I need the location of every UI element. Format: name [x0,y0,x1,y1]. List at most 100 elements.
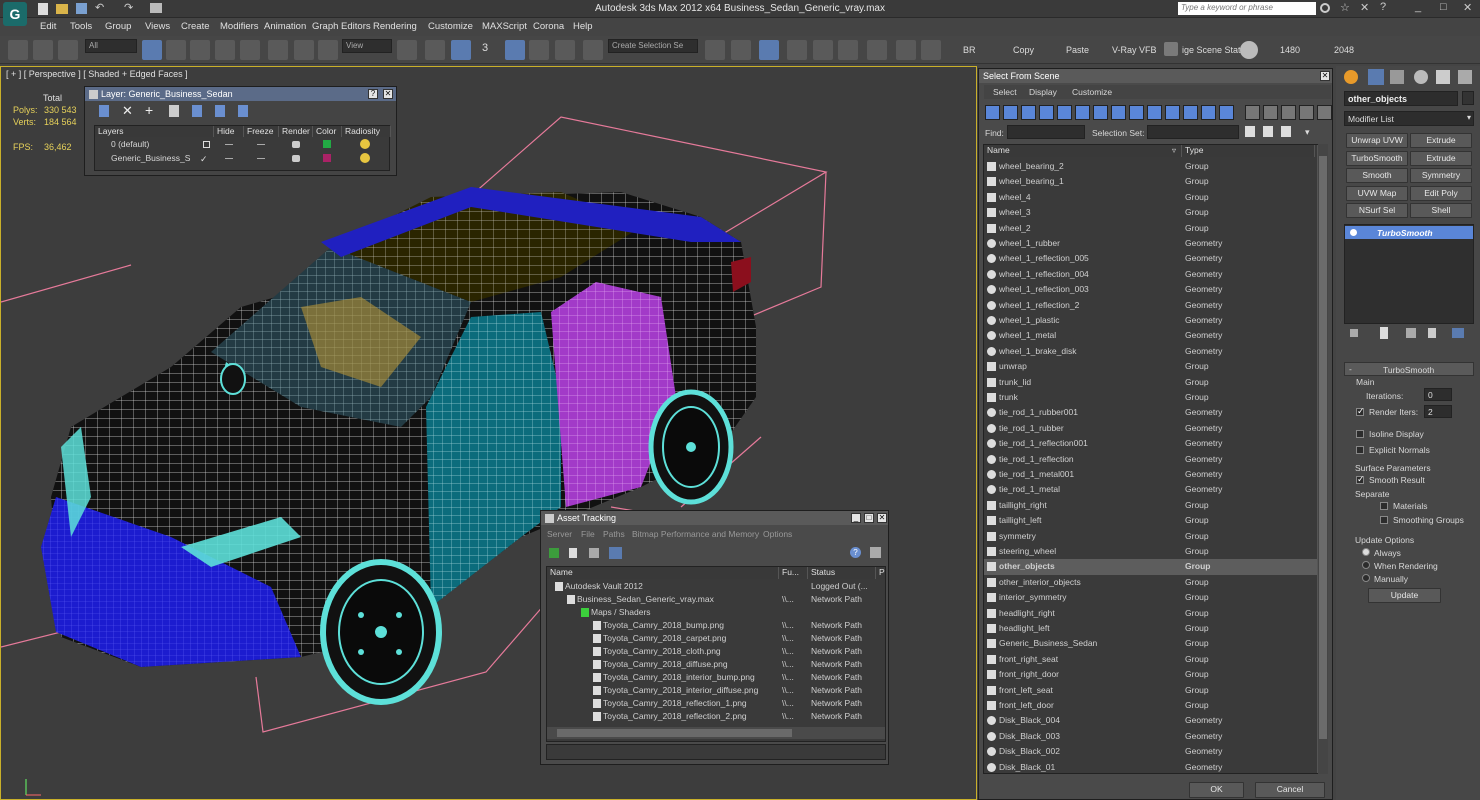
asset-menu-paths[interactable]: Paths [603,529,625,539]
selection-filter-dropdown[interactable]: All [85,39,137,53]
scene-object-row[interactable]: wheel_3 Group [984,205,1317,220]
render-teapot-icon[interactable] [921,40,941,60]
col-layers[interactable]: Layers [95,126,214,137]
scene-object-row[interactable]: Disk_Black_01 Geometry [984,760,1317,773]
asset-row[interactable]: Maps / Shaders [547,606,885,619]
xrefs-filter-icon[interactable] [1111,105,1126,120]
skull-icon[interactable] [1240,41,1258,59]
binoculars-icon[interactable] [1320,3,1330,13]
iterations-spinner[interactable]: 0 [1424,388,1452,401]
search-field[interactable]: Type a keyword or phrase [1178,2,1316,15]
find-input[interactable] [1007,125,1085,139]
hide-all-layers-icon[interactable] [215,105,225,117]
scene-object-row[interactable]: tie_rod_1_metal Geometry [984,482,1317,497]
menu-rendering[interactable]: Rendering [373,21,417,32]
modifier-button[interactable]: TurboSmooth [1346,150,1408,166]
tools-icon[interactable]: ✕ [1360,1,1369,14]
toolbar-label-1480[interactable]: 1480 [1280,45,1300,55]
percent-snap-icon[interactable] [529,40,549,60]
stack-item-turbosmooth[interactable]: TurboSmooth [1345,226,1473,239]
layer-color-swatch[interactable] [323,140,331,148]
scene-object-row[interactable]: tie_rod_1_rubber Geometry [984,421,1317,436]
scene-object-row[interactable]: wheel_1_reflection_2 Geometry [984,298,1317,313]
layer-dialog-title[interactable]: Layer: Generic_Business_Sedan [85,87,396,101]
window-crossing-icon[interactable] [215,40,235,60]
lightbulb-icon[interactable] [1350,229,1357,236]
object-name-field[interactable]: other_objects [1344,91,1458,106]
asset-col-name[interactable]: Name [547,567,779,579]
edit-named-selection-icon[interactable] [583,40,603,60]
display-tab-icon[interactable] [1436,70,1450,84]
configure-sets-icon[interactable] [1452,328,1464,338]
asset-col-full[interactable]: Fu... [779,567,808,579]
asset-horizontal-scrollbar[interactable] [547,727,885,739]
asset-row[interactable]: Toyota_Camry_2018_cloth.png \\... Network … [547,645,885,658]
asset-row[interactable]: Toyota_Camry_2018_bump.png \\... Network P… [547,619,885,632]
scene-object-row[interactable]: wheel_2 Group [984,221,1317,236]
toolbar-label-copy[interactable]: Copy [1013,45,1034,55]
scene-object-row[interactable]: unwrap Group [984,359,1317,374]
scene-object-row[interactable]: front_right_seat Group [984,652,1317,667]
expand-icon-icon[interactable] [1281,105,1296,120]
col-radiosity[interactable]: Radiosity [342,126,391,137]
asset-row[interactable]: Toyota_Camry_2018_interior_diffuse.png \\… [547,684,885,697]
scene-object-row[interactable]: front_left_door Group [984,698,1317,713]
sfs-close-button[interactable]: ✕ [1320,71,1330,81]
align-icon[interactable] [731,40,751,60]
toolbar-label-scene-stats[interactable]: ige Scene Stat [1182,45,1241,55]
scene-object-row[interactable]: tie_rod_1_rubber001 Geometry [984,405,1317,420]
toolbar-label-br[interactable]: BR [963,45,976,55]
sfs-menu-customize[interactable]: Customize [1072,87,1112,97]
list-icon-icon[interactable] [1245,105,1260,120]
ok-button[interactable]: OK [1189,782,1244,798]
object-color-swatch[interactable] [1462,91,1474,105]
scene-object-row[interactable]: taillight_right Group [984,498,1317,513]
helpers-filter-icon[interactable] [1057,105,1072,120]
sfs-menu-display[interactable]: Display [1029,87,1057,97]
scene-object-row[interactable]: wheel_1_reflection_005 Geometry [984,251,1317,266]
star-icon[interactable]: ☆ [1340,1,1350,14]
render-teapot-icon[interactable] [292,155,300,162]
details-view-icon[interactable] [589,548,599,558]
render-iters-checkbox[interactable]: ✓ [1356,406,1365,416]
columns-icon-icon[interactable] [1263,105,1278,120]
reference-coordinate-dropdown[interactable]: View [342,39,392,53]
menu-corona[interactable]: Corona [533,21,564,32]
col-render[interactable]: Render [279,126,313,137]
render-iters-spinner[interactable]: 2 [1424,405,1452,418]
create-layer-icon[interactable] [99,105,109,117]
frozen-filter-icon[interactable] [1165,105,1180,120]
spinner-snap-icon[interactable] [555,40,575,60]
link-icon[interactable] [8,40,28,60]
menu-animation[interactable]: Animation [264,21,306,32]
asset-col-pr[interactable]: Pr [876,567,885,579]
select-from-scene-title[interactable]: Select From Scene [979,69,1332,83]
select-rotate-icon[interactable] [268,40,288,60]
curve-editor-icon[interactable] [813,40,833,60]
modify-tab-icon[interactable] [1368,69,1384,85]
modifier-button[interactable]: NSurf Sel [1346,203,1408,218]
always-radio[interactable] [1362,548,1370,556]
scene-object-row[interactable]: wheel_4 Group [984,190,1317,205]
scene-object-row[interactable]: trunk Group [984,390,1317,405]
scene-object-row[interactable]: taillight_left Group [984,513,1317,528]
hide-toggle[interactable] [225,158,233,159]
asset-menu-file[interactable]: File [581,529,595,539]
modifier-button[interactable]: Shell [1410,203,1472,218]
scene-object-row[interactable]: wheel_bearing_1 Group [984,174,1317,189]
asset-row[interactable]: Toyota_Camry_2018_reflection_1.png \\... N… [547,697,885,710]
scene-object-row[interactable]: wheel_1_reflection_003 Geometry [984,282,1317,297]
sfs-col-type[interactable]: Type [1182,145,1315,157]
unlink-icon[interactable] [33,40,53,60]
scene-object-row[interactable]: other_objects Group [984,559,1317,575]
radiosity-icon[interactable] [360,139,370,149]
menu-tools[interactable]: Tools [70,21,92,32]
add-to-set-icon[interactable] [1263,126,1273,137]
asset-menu-bitmap[interactable]: Bitmap Performance and Memory [632,529,759,539]
scene-object-row[interactable]: Disk_Black_003 Geometry [984,729,1317,744]
asset-tracking-title[interactable]: Asset Tracking [541,511,888,525]
scene-object-row[interactable]: tie_rod_1_reflection Geometry [984,452,1317,467]
radiosity-icon[interactable] [360,153,370,163]
layer-row[interactable]: 0 (default) [95,138,391,151]
scene-object-row[interactable]: front_right_door Group [984,667,1317,682]
